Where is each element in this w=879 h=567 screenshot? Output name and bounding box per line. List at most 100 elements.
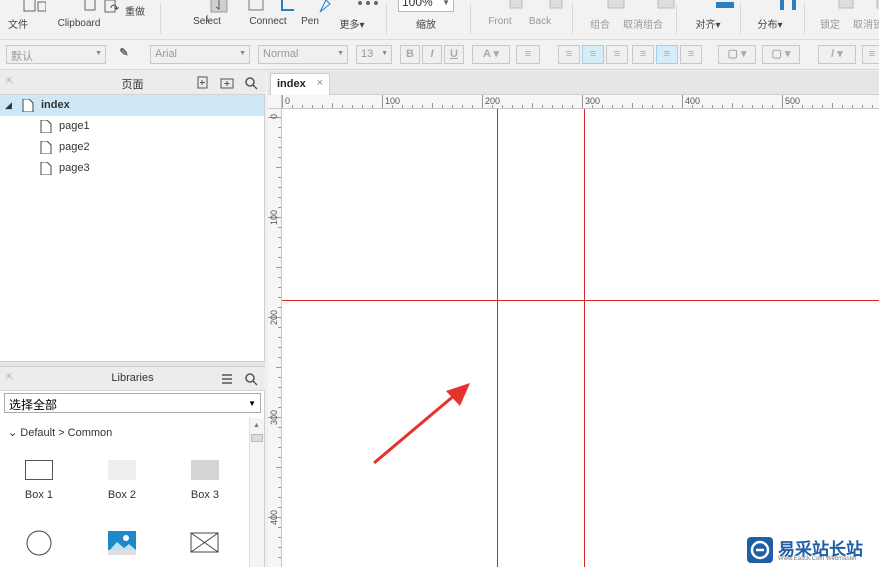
ruler-label: 0 <box>269 113 279 119</box>
chevron-down-icon: ⌄ <box>8 427 18 439</box>
font-family-select[interactable]: Arial ▼ <box>150 45 250 64</box>
ruler-label: 400 <box>685 96 701 106</box>
page-tree-item-page1[interactable]: page1 <box>0 116 264 137</box>
search-icon[interactable] <box>244 76 258 90</box>
library-scrollbar[interactable]: ▲ <box>249 418 264 567</box>
left-panel: ⇱ 页面 ◢ index page1 page2 page3 ⇱ Librari… <box>0 71 265 567</box>
font-size-select[interactable]: 13 ▼ <box>356 45 392 64</box>
page-icon <box>40 120 52 133</box>
shadow-button[interactable]: ▢ ▾ <box>762 45 800 64</box>
ruler-label: 0 <box>285 96 291 106</box>
lock-button[interactable]: 锁定 <box>814 0 854 38</box>
search-icon[interactable] <box>244 372 258 386</box>
align-top-button[interactable]: ≡ <box>632 45 654 64</box>
menu-icon[interactable] <box>220 372 234 386</box>
pen-icon <box>319 0 331 13</box>
vertical-guide-line[interactable] <box>497 109 498 567</box>
shadow-icon: ▢ <box>771 48 782 60</box>
horizontal-guide-line[interactable] <box>282 300 879 301</box>
connect-button[interactable]: Connect <box>248 0 294 38</box>
widget-box-3[interactable]: Box 3 <box>175 460 235 501</box>
fill-color-button[interactable]: ▢ ▾ <box>718 45 756 64</box>
group-button[interactable]: 组合 <box>584 0 625 38</box>
image-widget-icon[interactable] <box>107 530 137 556</box>
select-button[interactable]: └ Select <box>176 0 264 38</box>
align-bottom-button[interactable]: ≡ <box>680 45 702 64</box>
pen-button[interactable]: Pen <box>296 0 331 38</box>
box2-icon <box>108 460 136 480</box>
style-edit-icon[interactable]: ✎ <box>114 45 134 64</box>
ellipse-widget-icon[interactable] <box>25 530 53 556</box>
libraries-panel-header: ⇱ Libraries <box>0 367 265 391</box>
font-color-button[interactable]: A ▾ <box>472 45 510 64</box>
redo-icon: ↷ <box>110 3 120 15</box>
format-toolbar: 默认 ▼ ✎ Arial ▼ Normal ▼ 13 ▼ B I U A ▾ ≡ ≡ ≡… <box>0 40 879 70</box>
align-button[interactable]: 对齐▾ <box>690 0 734 38</box>
ruler-label: 100 <box>269 209 279 225</box>
page-label: index <box>41 99 70 111</box>
page-tree-item-page2[interactable]: page2 <box>0 137 264 158</box>
align-left-button[interactable]: ≡ <box>558 45 580 64</box>
bold-button[interactable]: B <box>400 45 420 64</box>
scroll-up-icon[interactable]: ▲ <box>253 422 260 429</box>
separator <box>572 4 573 34</box>
placeholder-widget-icon[interactable] <box>190 532 220 554</box>
line-width-button[interactable]: ≡ <box>862 45 879 64</box>
vertical-guide-line[interactable] <box>584 109 585 567</box>
site-logo-icon <box>747 537 773 563</box>
file-button[interactable]: 文件 <box>4 0 46 38</box>
align-right-button[interactable]: ≡ <box>606 45 628 64</box>
scroll-thumb[interactable] <box>251 434 263 442</box>
distribute-button[interactable]: 分布▾ <box>752 0 796 38</box>
widget-box-2[interactable]: Box 2 <box>92 460 152 501</box>
chevron-down-icon: ▼ <box>248 399 256 408</box>
clipboard-button[interactable]: Clipboard <box>56 0 116 38</box>
page-icon <box>40 162 52 175</box>
separator <box>470 4 471 34</box>
annotation-arrow-icon <box>373 383 470 465</box>
page-tree-item-page3[interactable]: page3 <box>0 158 264 179</box>
redo-button[interactable]: ↷ 重做 <box>108 0 148 38</box>
bullet-list-button[interactable]: ≡ <box>516 45 540 64</box>
library-widgets: ⌄ Default > Common Box 1 Box 2 Box 3 ▲ <box>0 418 264 567</box>
vertical-ruler[interactable]: 0 100 200 300 400 <box>268 109 282 567</box>
fill-swatch-icon: ▢ <box>727 48 738 60</box>
chevron-down-icon: ▼ <box>442 0 450 7</box>
page-icon <box>22 99 34 112</box>
unlock-button[interactable]: 取消锁 <box>852 0 879 38</box>
widget-label: Box 1 <box>24 489 54 501</box>
library-select[interactable]: 选择全部 ▼ <box>4 393 261 413</box>
ruler-label: 300 <box>585 96 601 106</box>
align-icon <box>716 2 734 8</box>
close-icon[interactable]: × <box>317 77 323 89</box>
line-color-button[interactable]: / ▾ <box>818 45 856 64</box>
widget-box-1[interactable]: Box 1 <box>9 460 69 501</box>
align-middle-button[interactable]: ≡ <box>656 45 678 64</box>
unlock-icon <box>876 0 879 9</box>
style-select[interactable]: 默认 ▼ <box>6 45 106 64</box>
chevron-down-icon: ▼ <box>239 50 246 57</box>
widget-label: Box 2 <box>107 489 137 501</box>
expand-triangle-icon[interactable]: ◢ <box>5 95 12 116</box>
align-center-button[interactable]: ≡ <box>582 45 604 64</box>
page-label: page2 <box>59 141 90 153</box>
add-folder-icon[interactable] <box>220 76 234 90</box>
library-group-header[interactable]: ⌄ Default > Common <box>8 426 112 439</box>
ungroup-button[interactable]: 取消组合 <box>620 0 675 38</box>
more-button[interactable]: 更多▾ <box>336 0 378 38</box>
font-weight-select[interactable]: Normal ▼ <box>258 45 348 64</box>
page-tree-item-index[interactable]: ◢ index <box>0 95 264 116</box>
more-dots-icon <box>358 1 378 5</box>
separator <box>804 4 805 34</box>
ruler-label: 500 <box>785 96 801 106</box>
widget-label: Box 3 <box>190 489 220 501</box>
chevron-down-icon: ▼ <box>381 50 388 57</box>
add-page-icon[interactable] <box>196 76 210 90</box>
tab-index[interactable]: index × <box>270 73 330 95</box>
italic-button[interactable]: I <box>422 45 442 64</box>
bring-front-button[interactable]: Front <box>484 0 523 38</box>
send-back-button[interactable]: Back <box>524 0 563 38</box>
underline-button[interactable]: U <box>444 45 464 64</box>
horizontal-ruler[interactable]: 0 100 200 300 400 500 <box>282 95 879 109</box>
watermark-logo: 易采站长站 Www.Easck.Com Webmaster <box>744 534 879 567</box>
